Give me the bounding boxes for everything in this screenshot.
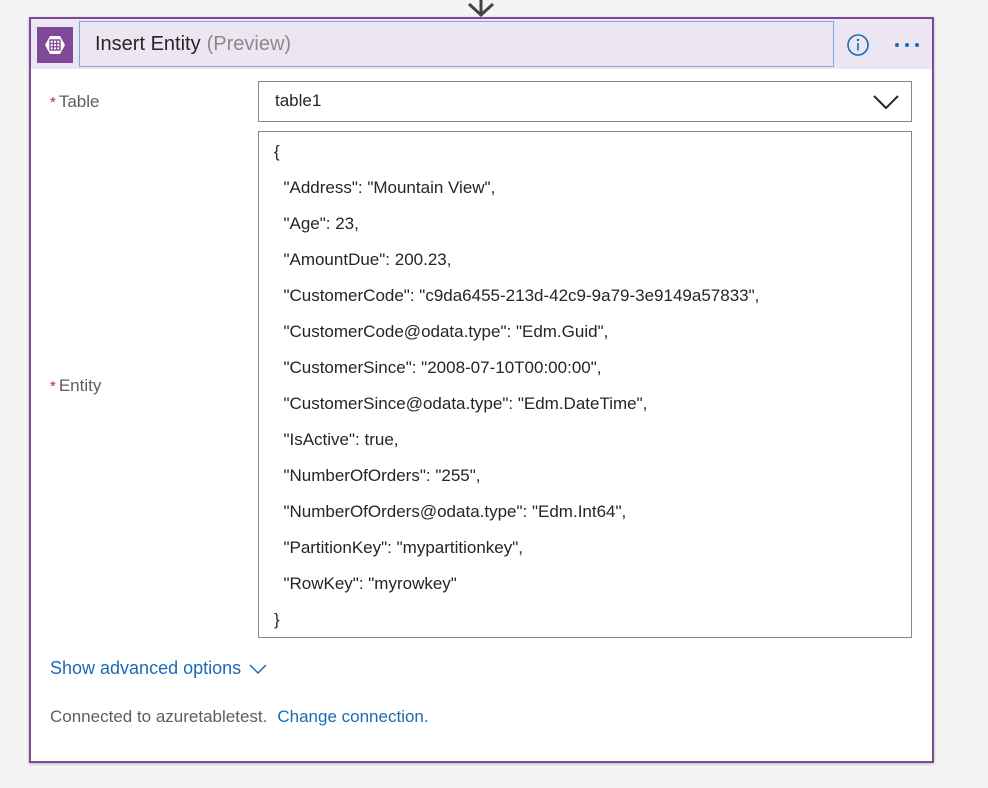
show-advanced-options-link[interactable]: Show advanced options: [50, 658, 267, 679]
entity-line: "NumberOfOrders@odata.type": "Edm.Int64"…: [274, 502, 627, 521]
show-advanced-options-label: Show advanced options: [50, 658, 242, 678]
entity-line: "Age": 23,: [274, 214, 359, 233]
entity-line: "AmountDue": 200.23,: [274, 250, 452, 269]
entity-line: "PartitionKey": "mypartitionkey",: [274, 538, 524, 557]
change-connection-link[interactable]: Change connection.: [277, 707, 428, 726]
action-title: Insert Entity: [95, 32, 201, 55]
entity-line: }: [274, 610, 280, 629]
table-label-text: Table: [58, 92, 100, 111]
entity-line: "RowKey": "myrowkey": [274, 574, 457, 593]
entity-label: * Entity: [50, 376, 101, 396]
entity-line: "CustomerSince": "2008-07-10T00:00:00",: [274, 358, 602, 377]
action-title-field[interactable]: Insert Entity (Preview): [79, 21, 834, 67]
table-dropdown[interactable]: table1: [258, 81, 912, 122]
insert-entity-action-card: Insert Entity (Preview) * Table table1 * E…: [29, 17, 934, 763]
entity-line: {: [274, 142, 280, 161]
info-icon[interactable]: [846, 33, 870, 57]
required-mark: *: [50, 378, 56, 395]
entity-line: "Address": "Mountain View",: [274, 178, 496, 197]
entity-label-text: Entity: [58, 376, 102, 395]
flow-arrow-icon: [467, 0, 495, 18]
preview-label: (Preview): [206, 32, 292, 55]
table-label: * Table: [50, 92, 99, 112]
entity-line: "NumberOfOrders": "255",: [274, 466, 481, 485]
more-options-icon[interactable]: [893, 42, 923, 48]
entity-json-input[interactable]: { "Address": "Mountain View", "Age": 23,…: [258, 131, 912, 638]
required-mark: *: [50, 94, 56, 111]
entity-line: "CustomerCode@odata.type": "Edm.Guid",: [274, 322, 609, 341]
connection-status: Connected to azuretabletest. Change conne…: [50, 707, 429, 727]
entity-line: "CustomerSince@odata.type": "Edm.DateTim…: [274, 394, 648, 413]
card-header[interactable]: Insert Entity (Preview): [31, 19, 932, 69]
entity-line: "CustomerCode": "c9da6455-213d-42c9-9a79…: [274, 286, 760, 305]
table-dropdown-value: table1: [275, 91, 322, 110]
chevron-down-icon: [249, 663, 267, 674]
chevron-down-icon[interactable]: [873, 95, 899, 109]
connection-text: Connected to azuretabletest.: [50, 707, 268, 726]
entity-line: "IsActive": true,: [274, 430, 399, 449]
table-grid-icon: [37, 27, 73, 63]
